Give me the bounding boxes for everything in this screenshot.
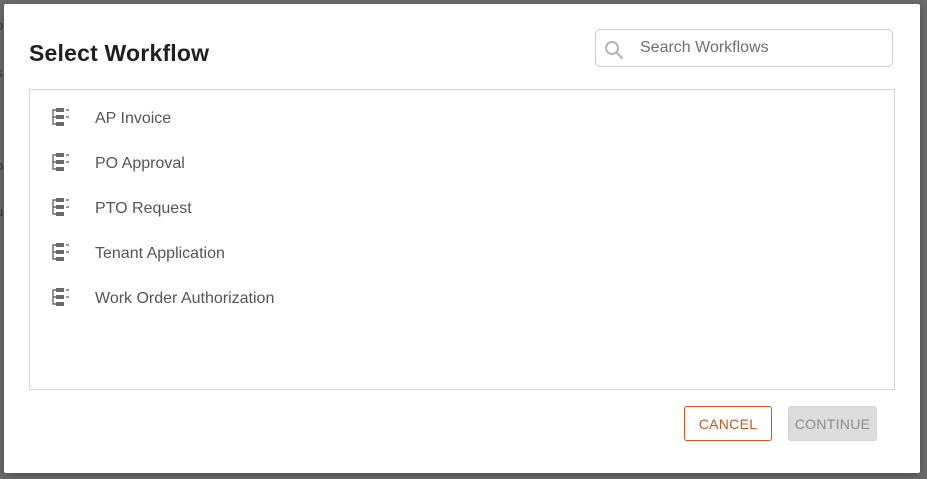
dialog-title: Select Workflow (29, 40, 210, 66)
workflow-item-label: Tenant Application (95, 245, 225, 262)
backdrop-text-fragment: o (0, 158, 3, 173)
backdrop-text-fragment: s (0, 65, 3, 80)
search-box[interactable] (595, 29, 893, 67)
workflow-item-pto-request[interactable]: PTO Request (30, 183, 894, 228)
workflow-icon (52, 288, 69, 306)
workflow-icon (52, 198, 69, 216)
search-input[interactable] (640, 30, 880, 66)
workflow-item-label: AP Invoice (95, 110, 172, 127)
workflow-icon (52, 243, 69, 261)
workflow-list: AP Invoice PO Approval PTO Request Tenan… (29, 89, 895, 390)
workflow-item-po-approval[interactable]: PO Approval (30, 138, 894, 183)
workflow-item-label: PTO Request (95, 200, 192, 217)
workflow-item-work-order-authorization[interactable]: Work Order Authorization (30, 273, 894, 318)
search-icon (605, 41, 624, 60)
continue-button[interactable]: CONTINUE (788, 406, 877, 441)
workflow-icon (52, 153, 69, 171)
workflow-item-tenant-application[interactable]: Tenant Application (30, 228, 894, 273)
backdrop-text-fragment: u (0, 204, 3, 219)
backdrop-text-fragment: o (0, 18, 3, 33)
workflow-item-label: PO Approval (95, 155, 185, 172)
workflow-item-ap-invoice[interactable]: AP Invoice (30, 93, 894, 138)
select-workflow-dialog: Select Workflow AP Invoice (4, 4, 920, 473)
workflow-icon (52, 108, 69, 126)
workflow-item-label: Work Order Authorization (95, 290, 275, 307)
cancel-button[interactable]: CANCEL (684, 406, 772, 441)
